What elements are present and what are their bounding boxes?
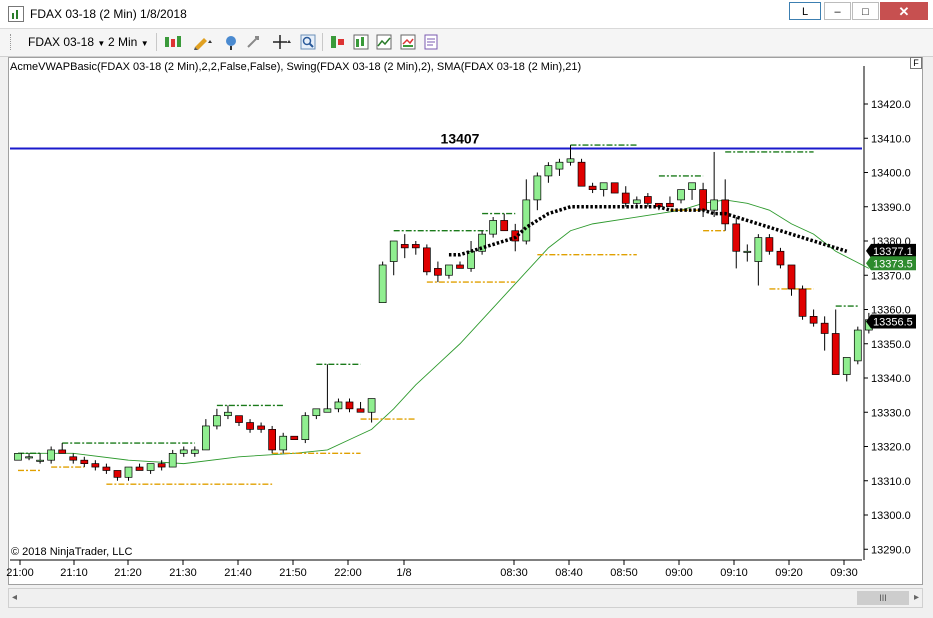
chart-app-icon — [8, 6, 24, 22]
toolbar-grip[interactable] — [10, 34, 14, 50]
crosshair-pin-icon[interactable] — [220, 34, 242, 50]
strategies-icon[interactable] — [330, 34, 346, 50]
toolbar-separator — [156, 33, 157, 51]
chevron-down-icon: ▼ — [97, 39, 106, 48]
zoom-icon[interactable] — [300, 34, 316, 50]
interval-label: 2 Min — [108, 35, 138, 49]
data-box-icon[interactable] — [400, 34, 416, 50]
chart-toolbar: FDAX 03-18 ▼ 2 Min ▼ — [0, 29, 933, 57]
minimize-button[interactable]: – — [824, 2, 851, 20]
instrument-label: FDAX 03-18 — [28, 35, 95, 49]
window-titlebar: FDAX 03-18 (2 Min) 1/8/2018 L – □ ✕ — [0, 0, 933, 29]
chart-trader-icon[interactable] — [376, 34, 392, 50]
scroll-thumb[interactable]: III — [857, 591, 909, 605]
instrument-selector[interactable]: FDAX 03-18 ▼ — [28, 35, 105, 49]
scroll-right-icon[interactable]: ▸ — [914, 592, 919, 603]
copyright-text: © 2018 NinjaTrader, LLC — [11, 546, 133, 558]
scroll-left-icon[interactable]: ◂ — [12, 592, 17, 603]
chart-panel[interactable] — [8, 57, 923, 585]
window-title: FDAX 03-18 (2 Min) 1/8/2018 — [30, 7, 187, 21]
drawing-pencil-icon[interactable] — [192, 34, 214, 50]
indicator-label: AcmeVWAPBasic(FDAX 03-18 (2 Min),2,2,Fal… — [10, 61, 582, 73]
toolbar-separator — [322, 33, 323, 51]
crosshair-icon[interactable] — [272, 34, 294, 50]
scale-toggle-button[interactable]: F — [910, 57, 922, 69]
chevron-down-icon: ▼ — [140, 39, 149, 48]
interval-selector[interactable]: 2 Min ▼ — [108, 35, 149, 49]
close-button[interactable]: ✕ — [880, 2, 928, 20]
link-button[interactable]: L — [789, 2, 821, 20]
indicators-icon[interactable] — [353, 34, 369, 50]
properties-icon[interactable] — [423, 34, 439, 50]
horizontal-scrollbar[interactable]: ◂ III ▸ — [8, 588, 923, 608]
maximize-button[interactable]: □ — [852, 2, 879, 20]
bars-type-icon[interactable] — [163, 34, 185, 50]
pointer-icon[interactable] — [245, 34, 263, 50]
